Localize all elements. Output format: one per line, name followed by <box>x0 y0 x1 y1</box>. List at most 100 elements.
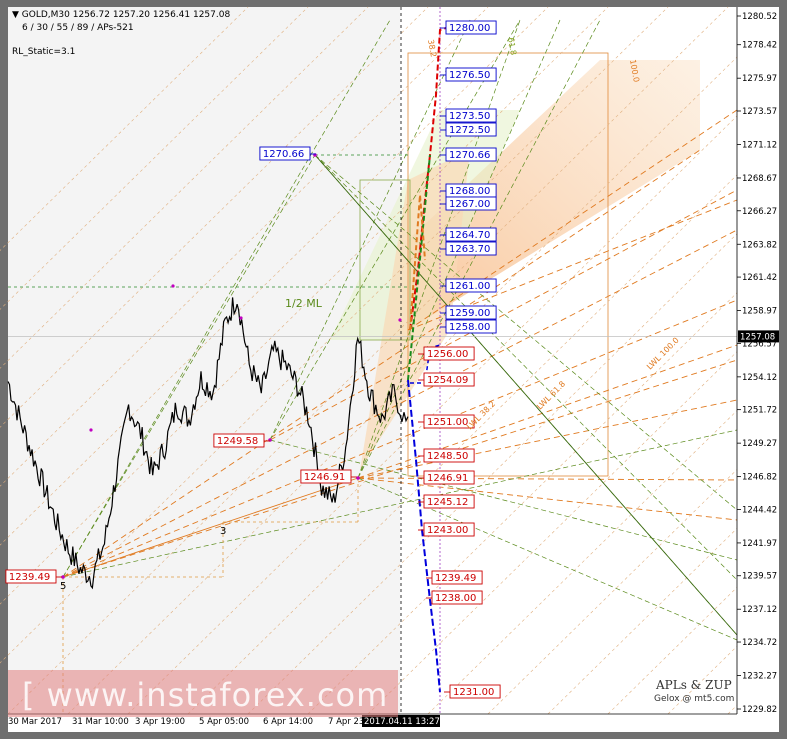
price-tick-label: 1241.97 <box>742 539 777 549</box>
price-tick-label: 1273.57 <box>742 107 777 117</box>
time-tick-label: 6 Apr 14:00 <box>263 717 313 727</box>
pivot-number: 3 <box>220 526 226 537</box>
target-down-label: 1231.00 <box>444 684 501 699</box>
price-tick-label: 1232.27 <box>742 672 777 682</box>
rl-static-line: RL_Static=3.1 <box>12 47 76 57</box>
target-up-label-text: 1267.00 <box>449 199 490 210</box>
params-line: 6 / 30 / 55 / 89 / APs-521 <box>22 23 134 33</box>
fork-line <box>357 477 738 641</box>
price-tick-label: 1275.97 <box>742 74 777 84</box>
time-tick-label: 31 Mar 10:00 <box>72 717 129 727</box>
fork-annotation: LWL 61.8 <box>535 379 567 411</box>
current-time-text: 2017.04.11 13:27 <box>364 717 440 727</box>
target-up-label: 1276.50 <box>440 67 497 82</box>
price-tick-label: 1263.82 <box>742 240 777 250</box>
target-down-label-text: 1239.49 <box>435 573 476 584</box>
target-up-label: 1258.00 <box>440 319 497 334</box>
target-up-label-text: 1264.70 <box>449 230 490 241</box>
target-down-label: 1256.00 <box>418 346 475 361</box>
target-up-label: 1273.50 <box>440 108 497 123</box>
target-up-label: 1270.66 <box>440 147 497 162</box>
pivot-label: 1270.66 <box>259 146 316 161</box>
history-background <box>8 7 400 714</box>
pivot-label-text: 1270.66 <box>263 149 304 160</box>
pivot-label-text: 1246.91 <box>304 472 345 483</box>
target-down-label: 1239.49 <box>426 570 483 585</box>
pivot-label-text: 1249.58 <box>217 436 258 447</box>
pivot-label-text: 1239.49 <box>9 572 50 583</box>
target-up-label-text: 1280.00 <box>449 23 490 34</box>
price-tick-label: 1237.12 <box>742 605 777 615</box>
price-tick-label: 1280.52 <box>742 12 777 22</box>
target-down-label: 1238.00 <box>426 590 483 605</box>
dropdown-triangle-icon[interactable]: ▼ <box>12 10 22 20</box>
time-tick-label: 30 Mar 2017 <box>8 717 62 727</box>
target-up-label: 1280.00 <box>440 20 497 35</box>
fork-annotation: 1/2 ML <box>285 297 323 310</box>
target-down-label: 1248.50 <box>418 448 475 463</box>
target-down-label: 1254.09 <box>418 372 475 387</box>
pivot-marker <box>89 428 93 432</box>
plot-area[interactable]: 1280.00 1276.50 1273.50 1272.50 1270.66 1268.… <box>0 6 779 732</box>
target-down-label: 1245.12 <box>418 494 475 509</box>
target-up-label: 1264.70 <box>440 227 497 242</box>
target-up-label: 1267.00 <box>440 196 497 211</box>
fork-annotation: 38.2 <box>426 39 438 58</box>
price-tick-label: 1266.27 <box>742 207 777 217</box>
target-up-label: 1268.00 <box>440 183 497 198</box>
pivot-label: 1249.58 <box>213 433 270 448</box>
target-down-label-text: 1238.00 <box>435 593 476 604</box>
price-tick-label: 1229.82 <box>742 705 777 715</box>
time-tick-label: 3 Apr 19:00 <box>135 717 185 727</box>
target-up-label-text: 1272.50 <box>449 125 490 136</box>
chart-window: 1280.00 1276.50 1273.50 1272.50 1270.66 1268.… <box>0 0 787 739</box>
target-down-label-text: 1251.00 <box>427 417 468 428</box>
target-down-label-text: 1243.00 <box>427 525 468 536</box>
target-up-label: 1259.00 <box>440 305 497 320</box>
target-down-label-text: 1248.50 <box>427 451 468 462</box>
target-down-label-text: 1246.91 <box>427 473 468 484</box>
target-up-label-text: 1258.00 <box>449 322 490 333</box>
target-down-label-text: 1245.12 <box>427 497 468 508</box>
target-down-label-text: 1231.00 <box>453 687 494 698</box>
fork-ray <box>357 477 738 481</box>
pivot-marker <box>171 284 175 288</box>
pivot-label: 1246.91 <box>300 469 357 484</box>
target-up-label-text: 1270.66 <box>449 150 490 161</box>
fork-ray <box>357 477 738 521</box>
target-down-label: 1246.91 <box>418 470 475 485</box>
pivot-label: 1239.49 <box>5 569 62 584</box>
target-up-label-text: 1268.00 <box>449 186 490 197</box>
price-tick-label: 1251.72 <box>742 406 777 416</box>
target-up-label: 1261.00 <box>440 278 497 293</box>
target-down-label: 1243.00 <box>418 522 475 537</box>
symbol-line: GOLD,M30 1256.72 1257.20 1256.41 1257.08 <box>21 10 231 20</box>
price-tick-label: 1271.12 <box>742 140 777 150</box>
brand-subtext: Gelox @ mt5.com <box>654 694 735 704</box>
price-tick-label: 1239.57 <box>742 572 777 582</box>
target-up-label-text: 1263.70 <box>449 244 490 255</box>
target-down-label-text: 1254.09 <box>427 375 468 386</box>
target-up-label: 1272.50 <box>440 122 497 137</box>
watermark-text: [ www.instaforex.com ] <box>22 676 413 714</box>
target-up-label-text: 1273.50 <box>449 111 490 122</box>
target-up-label-text: 1261.00 <box>449 281 490 292</box>
price-tick-label: 1254.12 <box>742 373 777 383</box>
price-tick-label: 1234.72 <box>742 638 777 648</box>
symbol-header: ▼ GOLD,M30 1256.72 1257.20 1256.41 1257.… <box>12 10 230 20</box>
target-down-label-text: 1256.00 <box>427 349 468 360</box>
price-tick-label: 1278.42 <box>742 41 777 51</box>
pivot-marker <box>398 318 402 322</box>
price-tick-label: 1261.42 <box>742 273 777 283</box>
target-up-label: 1263.70 <box>440 241 497 256</box>
price-tick-label: 1244.42 <box>742 505 777 515</box>
price-tick-label: 1249.27 <box>742 439 777 449</box>
target-up-label-text: 1276.50 <box>449 70 490 81</box>
pivot-marker <box>239 316 243 320</box>
price-tick-label: 1246.82 <box>742 473 777 483</box>
price-chart[interactable]: 1280.00 1276.50 1273.50 1272.50 1270.66 1268.… <box>0 0 779 732</box>
target-up-label-text: 1259.00 <box>449 308 490 319</box>
fork-annotation: LWL 100.0 <box>645 336 681 372</box>
time-tick-label: 5 Apr 05:00 <box>199 717 249 727</box>
current-price-text: 1257.08 <box>740 332 775 342</box>
